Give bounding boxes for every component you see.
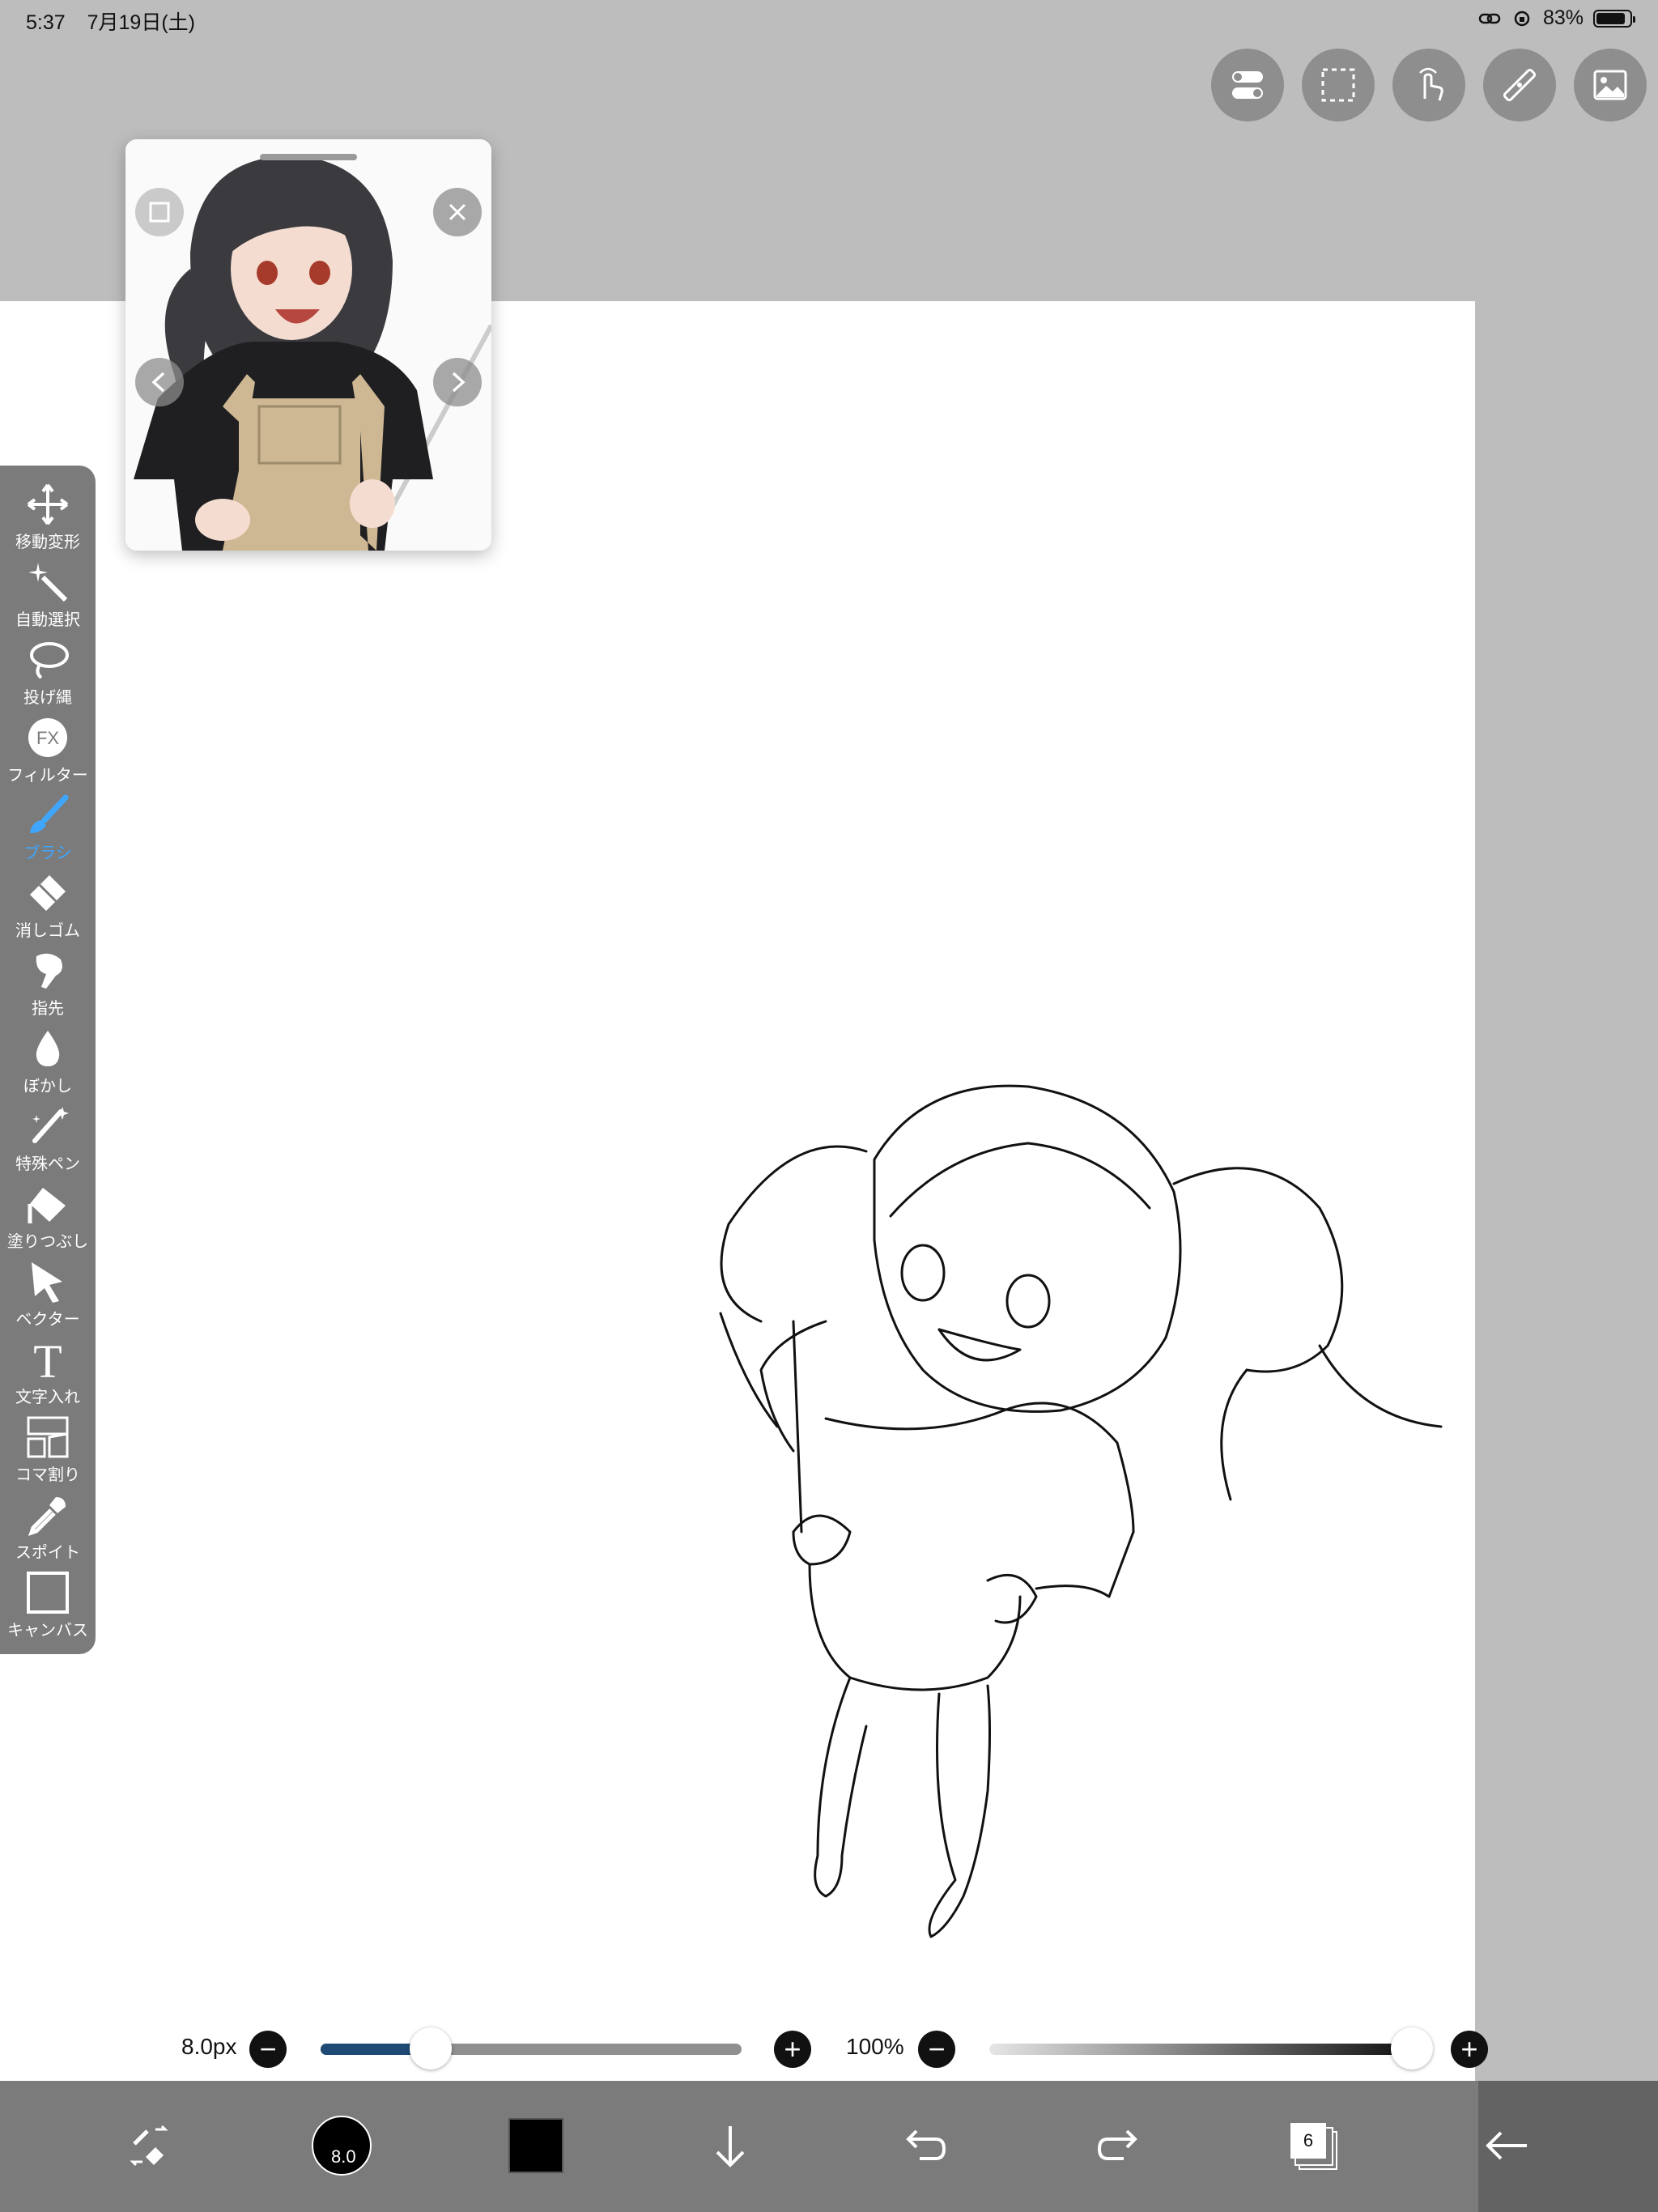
tool-label: スポイト bbox=[15, 1544, 80, 1562]
brush-slider-row: 8.0px − + 100% − + bbox=[0, 2016, 1658, 2081]
tool-special-pen[interactable]: 特殊ペン bbox=[0, 1099, 96, 1176]
tool-blur[interactable]: ぼかし bbox=[0, 1021, 96, 1099]
color-swatch-icon[interactable] bbox=[495, 2105, 576, 2186]
status-date: 7月19日(土) bbox=[87, 11, 195, 34]
fx-icon: FX bbox=[28, 718, 67, 757]
tool-label: ブラシ bbox=[23, 844, 72, 862]
arrow-down-icon[interactable] bbox=[690, 2105, 771, 2186]
tool-auto-select[interactable]: 自動選択 bbox=[0, 555, 96, 632]
left-toolbar: 移動変形 自動選択 投げ縄 FX フィルター ブラシ 消しゴム 指先 ぼかし 特… bbox=[0, 466, 96, 1654]
tool-canvas[interactable]: キャンバス bbox=[0, 1565, 96, 1643]
status-time-date: 5:37 7月19日(土) bbox=[26, 6, 211, 36]
ruler-icon[interactable] bbox=[1483, 49, 1556, 121]
brush-size-indicator: 8.0 bbox=[331, 2146, 356, 2167]
layers-count: 6 bbox=[1290, 2123, 1326, 2159]
tool-text[interactable]: T 文字入れ bbox=[0, 1332, 96, 1410]
brush-size-icon[interactable]: 8.0 bbox=[301, 2105, 382, 2186]
layers-icon[interactable]: 6 bbox=[1273, 2105, 1354, 2186]
brush-size-thumb[interactable] bbox=[410, 2027, 452, 2069]
undo-icon[interactable] bbox=[884, 2105, 965, 2186]
pen-eraser-switch-icon[interactable] bbox=[108, 2105, 189, 2186]
tool-label: 投げ縄 bbox=[23, 689, 72, 707]
special-pen-icon bbox=[32, 1107, 69, 1143]
tool-eyedropper[interactable]: スポイト bbox=[0, 1487, 96, 1565]
fill-bucket-icon bbox=[28, 1188, 66, 1223]
battery-icon bbox=[1593, 9, 1635, 28]
tool-lasso[interactable]: 投げ縄 bbox=[0, 632, 96, 710]
tool-label: 消しゴム bbox=[15, 922, 80, 940]
reference-window[interactable] bbox=[125, 139, 491, 551]
back-arrow-icon[interactable] bbox=[1467, 2105, 1548, 2186]
finger-icon bbox=[36, 953, 62, 989]
tool-vector[interactable]: ベクター bbox=[0, 1254, 96, 1332]
status-right: 83% bbox=[1478, 6, 1635, 30]
bottom-toolbar: 8.0 6 bbox=[0, 2081, 1658, 2212]
move-icon bbox=[27, 483, 69, 525]
lasso-icon bbox=[30, 642, 69, 679]
tool-panel[interactable]: コマ割り bbox=[0, 1410, 96, 1487]
status-time: 5:37 bbox=[26, 11, 66, 34]
svg-text:T: T bbox=[33, 1337, 62, 1382]
tool-fill[interactable]: 塗りつぶし bbox=[0, 1176, 96, 1254]
tool-move-transform[interactable]: 移動変形 bbox=[0, 477, 96, 555]
close-icon[interactable] bbox=[433, 188, 482, 236]
magic-wand-icon bbox=[28, 563, 68, 602]
tool-label: 文字入れ bbox=[15, 1389, 80, 1406]
opacity-track[interactable] bbox=[989, 2044, 1410, 2055]
brush-icon bbox=[30, 794, 69, 833]
tool-label: ぼかし bbox=[23, 1078, 72, 1095]
text-icon: T bbox=[33, 1337, 62, 1382]
opacity-decrease-button[interactable]: − bbox=[918, 2031, 955, 2068]
tool-label: 特殊ペン bbox=[15, 1155, 80, 1173]
tool-label: 移動変形 bbox=[15, 534, 80, 551]
opacity-value: 100% bbox=[846, 2034, 904, 2059]
tool-label: コマ割り bbox=[15, 1466, 80, 1484]
tool-label: 塗りつぶし bbox=[6, 1233, 89, 1251]
toggle-icon[interactable] bbox=[1211, 49, 1284, 121]
orientation-lock-icon bbox=[1514, 11, 1530, 26]
battery-percent: 83% bbox=[1542, 6, 1584, 29]
image-icon[interactable] bbox=[1574, 49, 1647, 121]
tool-label: 指先 bbox=[32, 1000, 64, 1018]
tool-label: フィルター bbox=[7, 767, 88, 785]
chevron-right-icon[interactable] bbox=[433, 358, 482, 406]
opacity-increase-button[interactable]: + bbox=[1451, 2031, 1488, 2068]
checkbox-icon[interactable] bbox=[135, 188, 184, 236]
tool-eraser[interactable]: 消しゴム bbox=[0, 866, 96, 943]
brush-size-increase-button[interactable]: + bbox=[774, 2031, 811, 2068]
vector-cursor-icon bbox=[32, 1262, 62, 1303]
tool-brush[interactable]: ブラシ bbox=[0, 788, 96, 866]
brush-size-track[interactable] bbox=[321, 2044, 742, 2055]
brush-size-value: 8.0px bbox=[181, 2034, 237, 2059]
brush-size-decrease-button[interactable]: − bbox=[249, 2031, 287, 2068]
drag-handle[interactable] bbox=[260, 154, 357, 160]
touch-icon[interactable] bbox=[1392, 49, 1465, 121]
panel-frame-icon bbox=[27, 1416, 69, 1458]
tool-label: キャンバス bbox=[7, 1622, 88, 1640]
blur-drop-icon bbox=[36, 1031, 60, 1066]
eraser-icon bbox=[30, 875, 66, 911]
status-bar: 5:37 7月19日(土) 83% bbox=[0, 0, 1658, 39]
tool-filter[interactable]: FX フィルター bbox=[0, 710, 96, 788]
tool-finger[interactable]: 指先 bbox=[0, 943, 96, 1021]
canvas-icon bbox=[27, 1572, 69, 1614]
top-toolbar bbox=[1211, 49, 1647, 121]
drawing-canvas[interactable] bbox=[0, 301, 1475, 2081]
link-icon bbox=[1478, 13, 1501, 23]
eyedropper-icon bbox=[28, 1497, 66, 1536]
chevron-left-icon[interactable] bbox=[135, 358, 184, 406]
selection-icon[interactable] bbox=[1302, 49, 1375, 121]
opacity-thumb[interactable] bbox=[1391, 2027, 1433, 2069]
tool-label: 自動選択 bbox=[15, 611, 80, 629]
redo-icon[interactable] bbox=[1078, 2105, 1159, 2186]
svg-text:FX: FX bbox=[36, 728, 59, 748]
sketch-drawing bbox=[719, 1084, 1443, 1938]
tool-label: ベクター bbox=[15, 1311, 80, 1329]
